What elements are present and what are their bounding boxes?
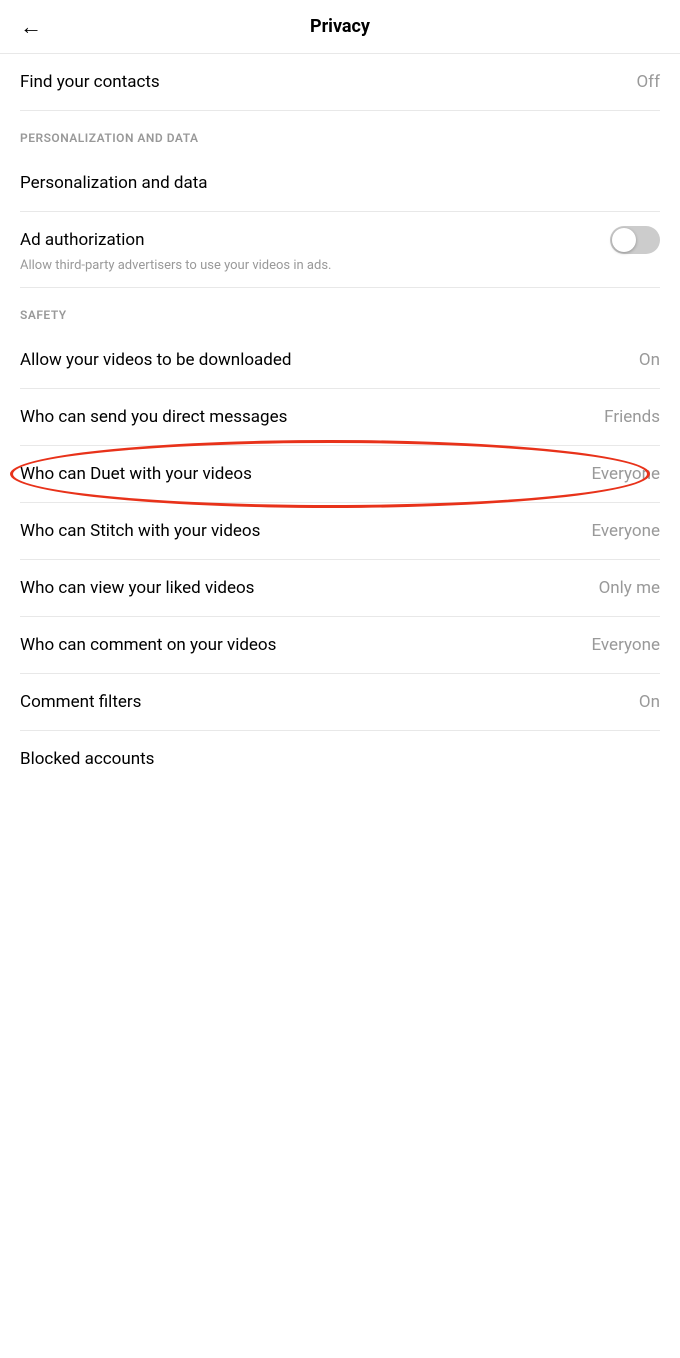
find-contacts-row[interactable]: Find your contacts Off: [0, 54, 680, 110]
liked-videos-row[interactable]: Who can view your liked videos Only me: [0, 560, 680, 616]
comment-videos-label: Who can comment on your videos: [20, 635, 581, 655]
ad-authorization-sublabel: Allow third-party advertisers to use you…: [20, 258, 660, 273]
ad-authorization-label: Ad authorization: [20, 230, 610, 250]
ad-authorization-toggle[interactable]: [610, 226, 660, 254]
back-button[interactable]: ←: [20, 14, 42, 40]
duet-label: Who can Duet with your videos: [20, 464, 581, 484]
duet-value: Everyone: [591, 464, 660, 484]
find-contacts-label: Find your contacts: [20, 72, 626, 92]
liked-videos-value: Only me: [599, 578, 660, 598]
stitch-label: Who can Stitch with your videos: [20, 521, 581, 541]
toggle-knob: [612, 228, 636, 252]
safety-section-label: SAFETY: [0, 288, 680, 332]
allow-downloads-value: On: [639, 350, 660, 370]
personalization-section-label: PERSONALIZATION AND DATA: [0, 111, 680, 155]
comment-videos-value: Everyone: [591, 635, 660, 655]
direct-messages-label: Who can send you direct messages: [20, 407, 594, 427]
allow-downloads-row[interactable]: Allow your videos to be downloaded On: [0, 332, 680, 388]
header: ← Privacy: [0, 0, 680, 54]
comment-filters-label: Comment filters: [20, 692, 629, 712]
find-contacts-value: Off: [636, 72, 660, 92]
stitch-value: Everyone: [591, 521, 660, 541]
comment-filters-value: On: [639, 692, 660, 712]
blocked-accounts-label: Blocked accounts: [20, 749, 660, 769]
personalization-data-row[interactable]: Personalization and data: [0, 155, 680, 211]
page-title: Privacy: [310, 16, 370, 37]
comment-videos-row[interactable]: Who can comment on your videos Everyone: [0, 617, 680, 673]
comment-filters-row[interactable]: Comment filters On: [0, 674, 680, 730]
direct-messages-row[interactable]: Who can send you direct messages Friends: [0, 389, 680, 445]
blocked-accounts-row[interactable]: Blocked accounts: [0, 731, 680, 787]
direct-messages-value: Friends: [604, 407, 660, 427]
liked-videos-label: Who can view your liked videos: [20, 578, 589, 598]
personalization-data-label: Personalization and data: [20, 173, 660, 193]
duet-row[interactable]: Who can Duet with your videos Everyone: [0, 446, 680, 502]
allow-downloads-label: Allow your videos to be downloaded: [20, 350, 629, 370]
ad-authorization-row[interactable]: Ad authorization Allow third-party adver…: [0, 212, 680, 287]
stitch-row[interactable]: Who can Stitch with your videos Everyone: [0, 503, 680, 559]
